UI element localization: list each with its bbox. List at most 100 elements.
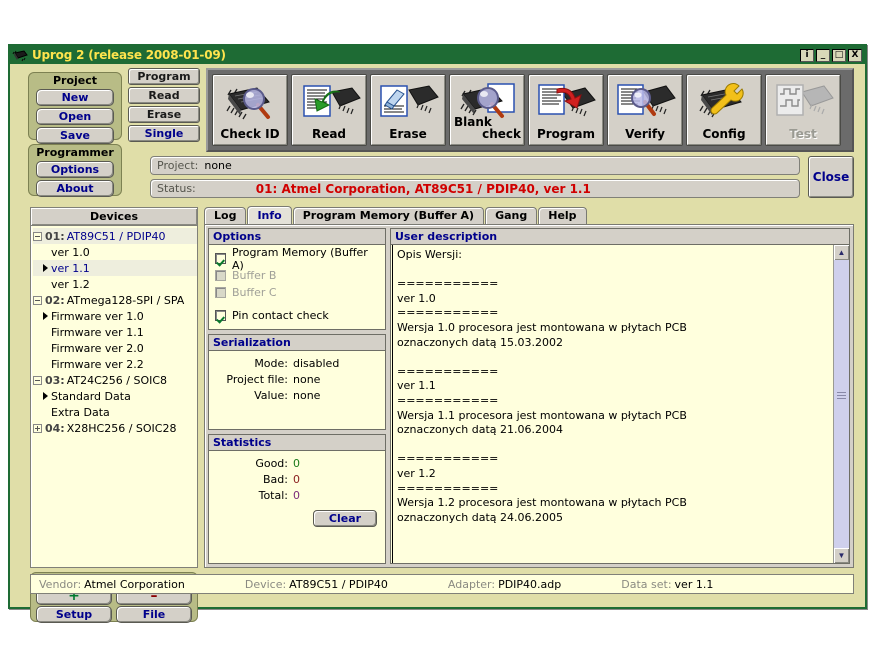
window-title: Uprog 2 (release 2008-01-09) [32, 48, 226, 62]
checkbox-icon[interactable] [215, 253, 226, 264]
checkbox-pin-contact-check[interactable]: Pin contact check [215, 307, 379, 324]
tree-root-node[interactable]: 03: AT24C256 / SOIC8 [33, 372, 197, 388]
tree-child-node[interactable]: Firmware ver 2.0 [33, 340, 197, 356]
main-toolbar: Check ID Read Erase Blank check Program … [206, 68, 854, 152]
collapse-icon[interactable] [33, 295, 42, 305]
status-field-label: Status: [157, 182, 196, 195]
tab-program-memory[interactable]: Program Memory (Buffer A) [292, 207, 485, 225]
toolbar-check-id-label: Check ID [220, 127, 280, 141]
expand-icon[interactable] [33, 423, 42, 433]
tree-node-label: AT24C256 / SOIC8 [66, 373, 168, 387]
serialization-value: none [293, 389, 321, 402]
active-marker-icon [43, 392, 48, 400]
toolbar-test-button[interactable]: Test [765, 74, 841, 146]
status-field: Status: 01: Atmel Corporation, AT89C51 /… [150, 179, 800, 198]
project-open-button[interactable]: Open [36, 108, 114, 125]
statistics-panel-title: Statistics [209, 435, 385, 451]
tab-strip: Log Info Program Memory (Buffer A) Gang Help [204, 206, 854, 225]
toolbar-blank-check-button[interactable]: Blank check [449, 74, 525, 146]
clear-statistics-button[interactable]: Clear [313, 510, 377, 527]
serialization-key: Value: [254, 389, 288, 402]
toolbar-verify-button[interactable]: Verify [607, 74, 683, 146]
checkbox-icon[interactable] [215, 310, 226, 321]
serialization-key: Project file: [226, 373, 288, 386]
tree-child-node[interactable]: Extra Data [33, 404, 197, 420]
status-data-set: Data set: ver 1.1 [621, 578, 713, 591]
options-panel-title: Options [209, 229, 385, 245]
statistics-panel: Statistics Good: 0 Bad: 0 Total: 0 Clear [208, 434, 386, 564]
programmer-about-button[interactable]: About [36, 180, 114, 197]
status-vendor: Vendor: Atmel Corporation [39, 578, 185, 591]
scrollbar-thumb[interactable] [837, 392, 846, 400]
checkbox-program-memory-buffer-a[interactable]: Program Memory (Buffer A) [215, 246, 379, 272]
toolbar-check-id-button[interactable]: Check ID [212, 74, 288, 146]
toolbar-read-label: Read [311, 127, 347, 141]
device-setup-button[interactable]: Setup [36, 606, 112, 623]
device-file-button[interactable]: File [116, 606, 192, 623]
tree-child-node[interactable]: Firmware ver 1.1 [33, 324, 197, 340]
close-window-button[interactable]: X [848, 48, 862, 62]
project-new-button[interactable]: New [36, 89, 114, 106]
tab-gang[interactable]: Gang [485, 207, 538, 225]
serialization-panel-title: Serialization [209, 335, 385, 351]
tree-child-node[interactable]: ver 1.1 [33, 260, 197, 276]
tree-child-node[interactable]: ver 1.2 [33, 276, 197, 292]
checkbox-label: Buffer B [232, 269, 277, 282]
tree-child-node[interactable]: Firmware ver 2.2 [33, 356, 197, 372]
title-bar: Uprog 2 (release 2008-01-09) i _ □ X [10, 46, 865, 64]
options-panel-body: Program Memory (Buffer A) Buffer B Buffer … [209, 245, 385, 329]
active-marker-icon [43, 312, 48, 320]
eraser-page-chip-icon [371, 80, 445, 124]
description-text[interactable]: Opis Wersji: =========== ver 1.0 =======… [392, 245, 833, 563]
toolbar-read-button[interactable]: Read [291, 74, 367, 146]
description-scrollbar[interactable]: ▲ ▼ [833, 245, 849, 563]
mode-erase-button[interactable]: Erase [128, 106, 200, 123]
toolbar-erase-button[interactable]: Erase [370, 74, 446, 146]
mode-single-button[interactable]: Single [128, 125, 200, 142]
tree-child-node[interactable]: Firmware ver 1.0 [33, 308, 197, 324]
statistics-row: Total: 0 [215, 488, 379, 504]
description-panel-title: User description [390, 228, 850, 244]
collapse-icon[interactable] [33, 231, 42, 241]
tab-info[interactable]: Info [247, 206, 292, 225]
serialization-panel: Serialization Mode: disabled Project file:… [208, 334, 386, 430]
collapse-icon[interactable] [33, 375, 42, 385]
scrollbar-track[interactable] [834, 260, 849, 548]
tree-root-node[interactable]: 04: X28HC256 / SOIC28 [33, 420, 197, 436]
tree-child-node[interactable]: ver 1.0 [33, 244, 197, 260]
minimize-button[interactable]: _ [816, 48, 830, 62]
status-key: Data set: [621, 577, 672, 591]
tree-root-node[interactable]: 02: ATmega128-SPI / SPA [33, 292, 197, 308]
status-device: Device: AT89C51 / PDIP40 [245, 578, 388, 591]
mode-program-button[interactable]: Program [128, 68, 200, 85]
programmer-group-title: Programmer [36, 146, 114, 159]
status-value: ver 1.1 [674, 577, 714, 591]
close-button[interactable]: Close [808, 156, 854, 198]
statistics-panel-body: Good: 0 Bad: 0 Total: 0 Clear [209, 451, 385, 532]
device-group-row-2: Setup File [31, 606, 197, 623]
toolbar-config-label: Config [702, 127, 746, 141]
tree-node-index: 03: [45, 373, 65, 387]
project-group: Project New Open Save [28, 72, 122, 144]
tree-root-node[interactable]: 01: AT89C51 / PDIP40 [33, 228, 197, 244]
serialization-key: Mode: [254, 357, 288, 370]
tab-help[interactable]: Help [538, 207, 587, 225]
tab-log[interactable]: Log [204, 207, 247, 225]
programmer-options-button[interactable]: Options [36, 161, 114, 178]
scroll-up-icon[interactable]: ▲ [834, 245, 849, 260]
page-magnifier-chip-icon [608, 80, 682, 124]
project-save-button[interactable]: Save [36, 127, 114, 144]
tree-child-label: Firmware ver 2.2 [51, 357, 144, 371]
status-key: Adapter: [447, 577, 496, 591]
tree-child-label: Extra Data [51, 405, 110, 419]
checkbox-label: Pin contact check [232, 309, 329, 322]
scroll-down-icon[interactable]: ▼ [834, 548, 849, 563]
info-button[interactable]: i [800, 48, 814, 62]
status-value: Atmel Corporation [84, 577, 185, 591]
maximize-button[interactable]: □ [832, 48, 846, 62]
toolbar-program-button[interactable]: Program [528, 74, 604, 146]
tree-child-node[interactable]: Standard Data [33, 388, 197, 404]
mode-read-button[interactable]: Read [128, 87, 200, 104]
toolbar-config-button[interactable]: Config [686, 74, 762, 146]
devices-tree[interactable]: 01: AT89C51 / PDIP40 ver 1.0 ver 1.1 ver 1.2… [31, 226, 197, 436]
